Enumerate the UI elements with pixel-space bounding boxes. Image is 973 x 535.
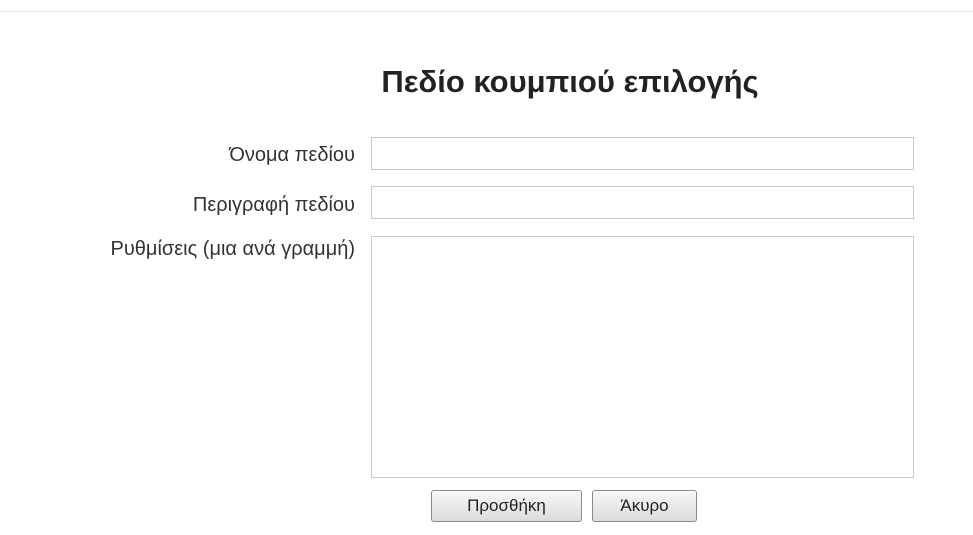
- add-button[interactable]: Προσθήκη: [431, 490, 582, 522]
- field-description-input[interactable]: [371, 186, 914, 219]
- radio-button-field-form: Πεδίο κουμπιού επιλογής Όνομα πεδίου Περ…: [0, 0, 973, 535]
- field-name-input[interactable]: [371, 137, 914, 170]
- options-textarea[interactable]: [371, 236, 914, 478]
- cancel-button[interactable]: Άκυρο: [592, 490, 697, 522]
- options-label: Ρυθμίσεις (μια ανά γραμμή): [110, 238, 355, 260]
- field-description-label: Περιγραφή πεδίου: [192, 194, 355, 216]
- field-name-label: Όνομα πεδίου: [229, 144, 355, 166]
- page-title: Πεδίο κουμπιού επιλογής: [381, 64, 759, 99]
- top-divider: [0, 11, 973, 12]
